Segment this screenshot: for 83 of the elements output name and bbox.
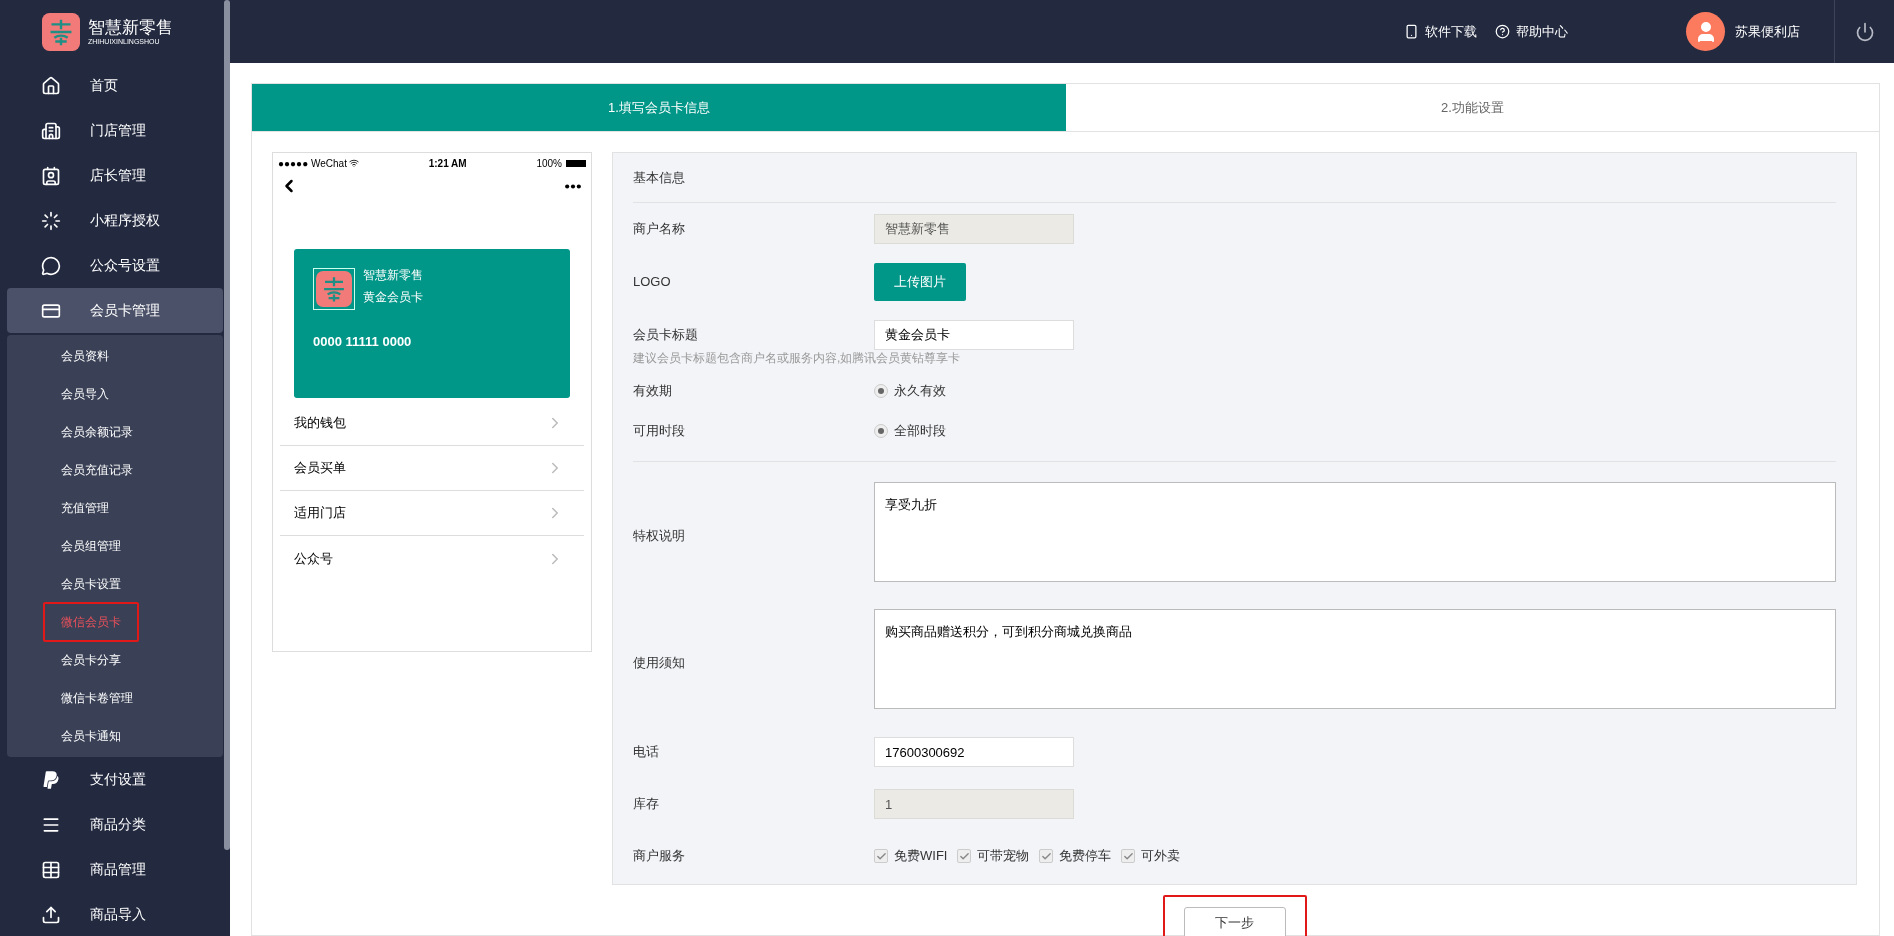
topbar-link[interactable]: 帮助中心 xyxy=(1495,21,1568,42)
submenu-item[interactable]: 会员卡分享 xyxy=(43,640,139,680)
sidebar-item[interactable]: 门店管理 xyxy=(7,108,223,153)
brand-name: 智慧新零售 xyxy=(88,18,173,36)
table-icon xyxy=(40,859,61,880)
readonly-field[interactable]: 1 xyxy=(874,789,1074,819)
card-merchant: 智慧新零售 xyxy=(363,267,423,284)
textarea-field[interactable]: 享受九折 xyxy=(874,482,1836,582)
checkbox-label: 可带宠物 xyxy=(977,847,1030,866)
field-label: 库存 xyxy=(633,795,660,814)
radio-button[interactable] xyxy=(874,384,888,398)
submenu-item[interactable]: 微信卡卷管理 xyxy=(43,678,151,718)
radio-button[interactable] xyxy=(874,424,888,438)
upload-icon xyxy=(40,904,61,925)
phone-menu-item[interactable]: 公众号 xyxy=(280,536,584,581)
checkbox[interactable] xyxy=(1039,849,1054,863)
submenu-item[interactable]: 会员导入 xyxy=(43,374,127,414)
radio-label: 永久有效 xyxy=(894,382,946,401)
carrier-label: ●●●●● WeChat xyxy=(278,156,347,171)
submenu-item[interactable]: 充值管理 xyxy=(43,488,127,528)
field-hint: 建议会员卡标题包含商户名或服务内容,如腾讯会员黄钻尊享卡 xyxy=(633,350,962,367)
submenu-item[interactable]: 会员卡设置 xyxy=(43,564,139,604)
field-label: 可用时段 xyxy=(633,422,686,441)
app-download-icon xyxy=(1404,24,1419,39)
field-label: 电话 xyxy=(633,743,660,762)
radio-label: 全部时段 xyxy=(894,422,946,441)
submenu-item[interactable]: 会员余额记录 xyxy=(43,412,151,452)
logo-icon xyxy=(42,12,80,51)
sidebar-item[interactable]: 支付设置 xyxy=(7,757,223,802)
sidebar-item[interactable]: 商品导入 xyxy=(7,892,223,936)
avatar-icon xyxy=(1686,12,1725,51)
field-label: 会员卡标题 xyxy=(633,326,699,345)
battery-icon xyxy=(566,159,586,167)
input-field[interactable]: 黄金会员卡 xyxy=(874,320,1074,350)
field-label: 商户名称 xyxy=(633,220,686,239)
field-label: 使用须知 xyxy=(633,653,686,672)
sidebar-item[interactable]: 小程序授权 xyxy=(7,198,223,243)
field-label: 商户服务 xyxy=(633,847,686,866)
help-icon xyxy=(1495,24,1510,39)
textarea-field[interactable]: 购买商品赠送积分，可到积分商城兑换商品 xyxy=(874,609,1836,709)
next-button[interactable]: 下一步 xyxy=(1183,907,1286,936)
upload-button[interactable]: 上传图片 xyxy=(874,263,966,301)
sidebar-item[interactable]: 商品管理 xyxy=(7,847,223,892)
wifi-icon xyxy=(348,158,359,168)
submenu-item[interactable]: 会员组管理 xyxy=(43,526,139,566)
power-icon[interactable] xyxy=(1854,21,1875,42)
building-icon xyxy=(40,120,61,141)
battery-label: 100% xyxy=(536,156,562,171)
checkbox-label: 可外卖 xyxy=(1141,847,1181,866)
card-title: 黄金会员卡 xyxy=(363,289,423,306)
sidebar-item[interactable]: 首页 xyxy=(7,63,223,108)
logo-icon xyxy=(316,271,352,307)
clock-label: 1:21 AM xyxy=(428,156,467,171)
more-icon[interactable] xyxy=(564,183,582,189)
topbar-link[interactable]: 软件下载 xyxy=(1404,21,1477,42)
input-field[interactable]: 17600300692 xyxy=(874,737,1074,767)
home-icon xyxy=(40,75,61,96)
readonly-field[interactable]: 智慧新零售 xyxy=(874,214,1074,244)
section-title: 基本信息 xyxy=(633,153,1836,203)
card-number: 0000 11111 0000 xyxy=(313,333,413,351)
contact-card-icon xyxy=(40,165,61,186)
checkbox[interactable] xyxy=(1121,849,1136,863)
phone-menu-item[interactable]: 我的钱包 xyxy=(280,401,584,446)
checkbox-label: 免费停车 xyxy=(1059,847,1112,866)
checkbox[interactable] xyxy=(874,849,888,863)
phone-menu-item[interactable]: 适用门店 xyxy=(280,491,584,536)
sidebar-item[interactable]: 会员卡管理 xyxy=(7,288,223,333)
field-label: LOGO xyxy=(633,273,672,292)
scrollbar[interactable] xyxy=(224,0,230,850)
chat-bubbles-icon xyxy=(40,255,61,276)
sidebar-item[interactable]: 店长管理 xyxy=(7,153,223,198)
phone-menu-item[interactable]: 会员买单 xyxy=(280,446,584,491)
field-label: 有效期 xyxy=(633,382,673,401)
sidebar-item[interactable]: 公众号设置 xyxy=(7,243,223,288)
submenu-item[interactable]: 会员卡通知 xyxy=(43,716,139,756)
field-label: 特权说明 xyxy=(633,526,686,545)
checkbox-label: 免费WIFI xyxy=(894,847,948,866)
submenu-item[interactable]: 会员充值记录 xyxy=(43,450,151,490)
sidebar-item[interactable]: 商品分类 xyxy=(7,802,223,847)
step-tab[interactable]: 1.填写会员卡信息 xyxy=(252,84,1066,131)
user-name[interactable]: 苏果便利店 xyxy=(1735,21,1800,42)
checkbox[interactable] xyxy=(957,849,972,863)
submenu-item[interactable]: 会员资料 xyxy=(43,336,127,376)
